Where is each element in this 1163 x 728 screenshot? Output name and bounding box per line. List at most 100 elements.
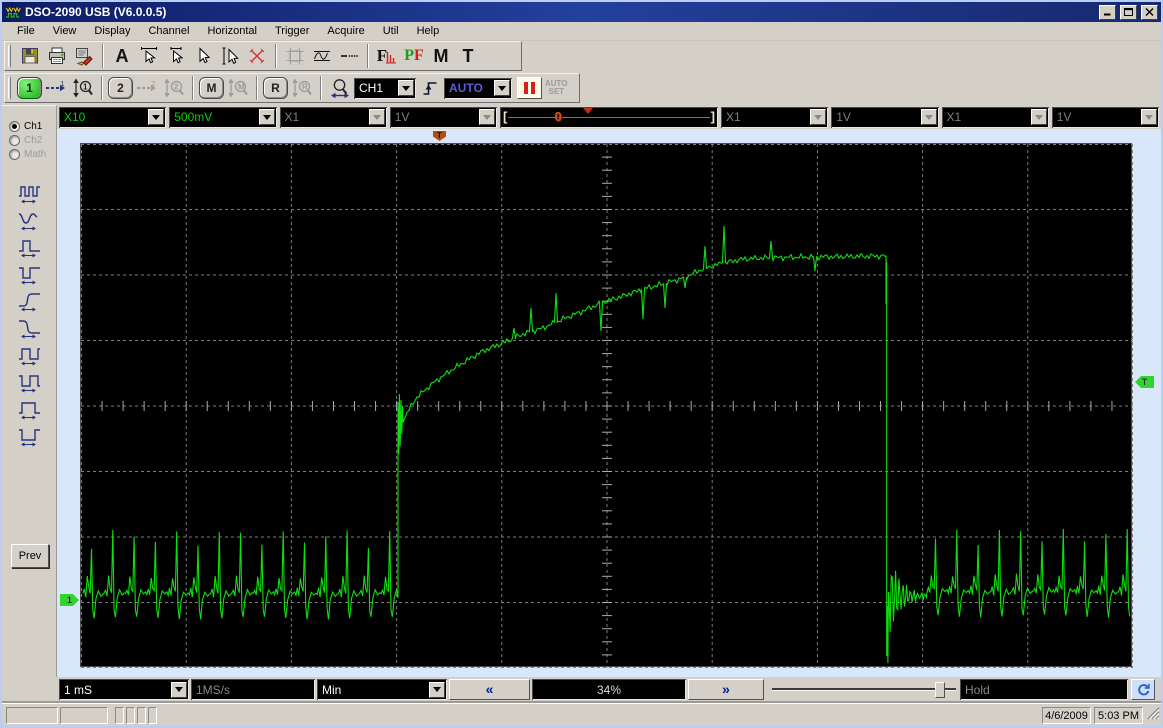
rise-time-measure-button[interactable]: [11, 288, 47, 312]
scope-area: T 1 T: [57, 129, 1163, 677]
channel1-radio-row[interactable]: Ch1: [9, 121, 56, 132]
fft-button[interactable]: F: [374, 43, 400, 69]
trigger-level-marker[interactable]: T: [1135, 376, 1154, 388]
toolbar-grip[interactable]: [8, 77, 11, 99]
maximize-button[interactable]: [1120, 5, 1137, 20]
menu-util[interactable]: Util: [374, 23, 408, 39]
channel1-radio[interactable]: [9, 121, 20, 132]
toolbar-main: A F PF M T: [4, 41, 522, 71]
page-setup-button[interactable]: [71, 43, 97, 69]
dropdown-arrow-icon[interactable]: [171, 682, 187, 698]
select-value: 1V: [1052, 110, 1141, 124]
horizontal-cursor2-button[interactable]: [163, 43, 189, 69]
ch1-attenuation-select[interactable]: X10: [59, 107, 166, 128]
trigger-source-select[interactable]: CH1: [354, 78, 416, 99]
menu-file[interactable]: File: [8, 23, 44, 39]
dropdown-arrow-icon[interactable]: [148, 109, 164, 125]
channel1-offset-icon: 1: [45, 78, 67, 98]
print-button[interactable]: [44, 43, 70, 69]
pass-fail-button[interactable]: PF: [401, 43, 427, 69]
channel1-vzoom-icon: 1: [72, 78, 94, 98]
reference-enable-button[interactable]: R: [263, 77, 288, 99]
negative-width-measure-button[interactable]: [11, 423, 47, 447]
positive-pulse-width-measure-button[interactable]: [11, 234, 47, 258]
save-button[interactable]: [17, 43, 43, 69]
measure-button[interactable]: M: [428, 43, 454, 69]
math-enable-button[interactable]: M: [199, 77, 224, 99]
math-a-attenuation-select: X1: [721, 107, 828, 128]
time-base-select[interactable]: 1 mS: [59, 679, 189, 700]
dropdown-arrow-icon: [810, 109, 826, 125]
acquire-mode-select[interactable]: Min: [317, 679, 447, 700]
acquire-mode-value: Min: [317, 683, 429, 697]
close-button[interactable]: [1141, 5, 1158, 20]
waveform-icon: [312, 46, 332, 66]
pause-button[interactable]: [517, 77, 542, 99]
period-measure-button[interactable]: [11, 207, 47, 231]
horizontal-cursor-button[interactable]: [136, 43, 162, 69]
delete-cursors-button[interactable]: [244, 43, 270, 69]
fft-spectrum-icon: [385, 46, 397, 66]
math-label: M: [207, 81, 217, 95]
negative-duty-cycle-measure-button[interactable]: [11, 369, 47, 393]
trigger-slope-button[interactable]: [417, 75, 443, 101]
trigger-mode-value: AUTO: [444, 81, 494, 95]
scroll-right-button[interactable]: »: [688, 679, 764, 700]
waveform-display-button[interactable]: [309, 43, 335, 69]
frequency-measure-button[interactable]: [11, 180, 47, 204]
menu-acquire[interactable]: Acquire: [318, 23, 373, 39]
dropdown-arrow-icon[interactable]: [259, 109, 275, 125]
channel1-level-marker[interactable]: 1: [60, 594, 79, 606]
menu-trigger[interactable]: Trigger: [266, 23, 318, 39]
grid-icon: [285, 46, 305, 66]
trigger-offset-handle[interactable]: 0: [555, 109, 562, 124]
menu-help[interactable]: Help: [408, 23, 449, 39]
slider-handle[interactable]: [935, 682, 945, 698]
prev-button[interactable]: Prev: [11, 544, 49, 568]
status-cell: [126, 707, 135, 724]
menu-view[interactable]: View: [44, 23, 86, 39]
negative-pulse-width-measure-button[interactable]: [11, 261, 47, 285]
ch1-volts-div-select[interactable]: 500mV: [169, 107, 276, 128]
autoset-button: AUTO SET: [543, 80, 570, 96]
channel1-enable-button[interactable]: 1: [17, 77, 42, 99]
title-bar: DSO-2090 USB (V6.0.0.5): [2, 2, 1161, 22]
sample-rate-value: 1MS/s: [191, 683, 315, 697]
menu-display[interactable]: Display: [85, 23, 139, 39]
dropdown-arrow-icon[interactable]: [494, 80, 510, 96]
dropdown-arrow-icon[interactable]: [398, 80, 414, 96]
positive-width-measure-button[interactable]: [11, 396, 47, 420]
svg-text:2: 2: [152, 81, 156, 88]
toolbar-grip[interactable]: [8, 45, 11, 67]
buffer-position-slider[interactable]: [770, 679, 958, 700]
positive-duty-cycle-measure-button[interactable]: [11, 342, 47, 366]
scope-canvas: [81, 144, 1133, 668]
cursor-text-button[interactable]: T: [455, 43, 481, 69]
resize-grip-icon[interactable]: [1147, 707, 1160, 725]
menu-horizontal[interactable]: Horizontal: [198, 23, 266, 39]
channel2-enable-button[interactable]: 2: [108, 77, 133, 99]
select-cursor-button[interactable]: [190, 43, 216, 69]
refresh-button[interactable]: [1131, 679, 1155, 700]
pause-bar-icon: [524, 82, 528, 94]
dot-display-button[interactable]: [336, 43, 362, 69]
trigger-pointer-icon: [583, 108, 593, 119]
fall-time-measure-button[interactable]: [11, 315, 47, 339]
scroll-left-button[interactable]: «: [449, 679, 530, 700]
arrow-cursor-icon: [193, 46, 213, 66]
slider-track[interactable]: [772, 688, 956, 691]
channel1-offset-button[interactable]: 1: [43, 75, 69, 101]
horizontal-zoom-button[interactable]: [327, 75, 353, 101]
minimize-button[interactable]: [1099, 5, 1116, 20]
trigger-mode-select[interactable]: AUTO: [444, 78, 512, 99]
select-value: 500mV: [169, 110, 258, 124]
menu-channel[interactable]: Channel: [139, 23, 198, 39]
ch2-attenuation-select: X1: [280, 107, 387, 128]
text-annotation-button[interactable]: A: [109, 43, 135, 69]
dropdown-arrow-icon[interactable]: [429, 682, 445, 698]
channel1-vzoom-button[interactable]: 1: [70, 75, 96, 101]
trigger-position-slider[interactable]: [0]: [500, 107, 718, 128]
vertical-cursor-button[interactable]: [217, 43, 243, 69]
trigger-position-marker[interactable]: T: [433, 131, 446, 141]
separator: [275, 44, 277, 68]
